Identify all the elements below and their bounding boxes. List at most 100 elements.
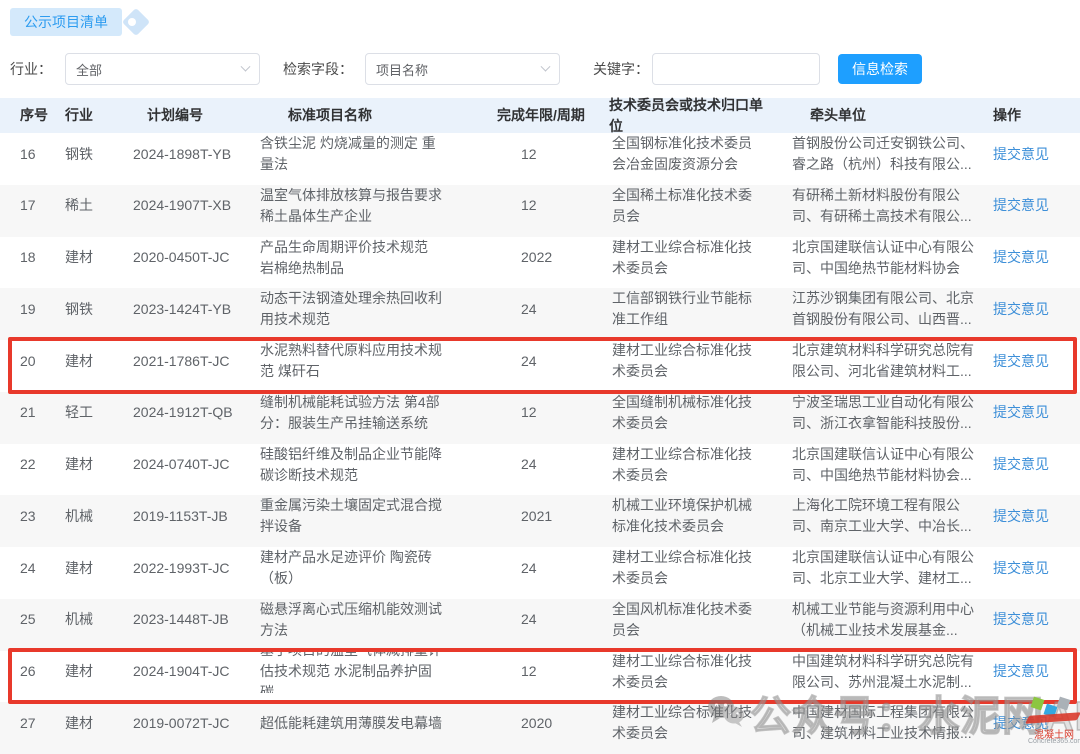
table-row: 23 机械 2019-1153T-JB 重金属污染土壤固定式混合搅拌设备 202… bbox=[0, 495, 1080, 547]
row-industry: 建材 bbox=[65, 340, 133, 382]
row-industry: 建材 bbox=[65, 547, 133, 589]
row-plan-number: 2019-1153T-JB bbox=[133, 495, 257, 537]
row-period: 2021 bbox=[497, 495, 609, 537]
row-industry: 机械 bbox=[65, 599, 133, 641]
table-row: 25 机械 2023-1448T-JB 磁悬浮离心式压缩机能效测试方法 24 全… bbox=[0, 599, 1080, 651]
page-tag-label: 公示项目清单 bbox=[10, 8, 122, 36]
header-period: 完成年限/周期 bbox=[497, 105, 609, 126]
header-plan-number: 计划编号 bbox=[133, 105, 257, 126]
row-plan-number: 2023-1424T-YB bbox=[133, 288, 257, 330]
row-plan-number: 2021-1786T-JC bbox=[133, 340, 257, 382]
row-project-name: 超低能耗建筑用薄膜发电幕墙 bbox=[257, 702, 497, 744]
row-committee: 建材工业综合标准化技术委员会 bbox=[609, 702, 792, 744]
table-row: 18 建材 2020-0450T-JC 产品生命周期评价技术规范 岩棉绝热制品 … bbox=[0, 237, 1080, 289]
table-row: 20 建材 2021-1786T-JC 水泥熟料替代原料应用技术规范 煤矸石 2… bbox=[0, 340, 1080, 392]
table-row: 24 建材 2022-1993T-JC 建材产品水足迹评价 陶瓷砖（板） 24 … bbox=[0, 547, 1080, 599]
chevron-down-icon bbox=[241, 61, 251, 71]
row-committee: 机械工业环境保护机械标准化技术委员会 bbox=[609, 495, 792, 537]
row-industry: 轻工 bbox=[65, 392, 133, 434]
search-button[interactable]: 信息检索 bbox=[838, 54, 922, 84]
row-plan-number: 2024-1912T-QB bbox=[133, 392, 257, 434]
row-period: 24 bbox=[497, 288, 609, 330]
row-lead-unit: 有研稀土新材料股份有限公司、有研稀土高技术有限公... bbox=[792, 185, 993, 227]
row-number: 27 bbox=[20, 702, 65, 744]
row-plan-number: 2022-1993T-JC bbox=[133, 547, 257, 589]
row-project-name: 重金属污染土壤固定式混合搅拌设备 bbox=[257, 495, 497, 537]
industry-select-value: 全部 bbox=[76, 60, 102, 79]
submit-opinion-link[interactable]: 提交意见 bbox=[993, 661, 1049, 682]
row-period: 24 bbox=[497, 547, 609, 589]
table-header: 序号 行业 计划编号 标准项目名称 完成年限/周期 技术委员会或技术归口单位 牵… bbox=[0, 98, 1080, 133]
row-period: 12 bbox=[497, 185, 609, 227]
row-lead-unit: 北京国建联信认证中心有限公司、中国绝热节能材料协会... bbox=[792, 444, 993, 486]
row-industry: 建材 bbox=[65, 651, 133, 693]
submit-opinion-link[interactable]: 提交意见 bbox=[993, 351, 1049, 372]
row-lead-unit: 机械工业节能与资源利用中心（机械工业技术发展基金... bbox=[792, 599, 993, 641]
table-row: 16 钢铁 2024-1898T-YB 含铁尘泥 灼烧减量的测定 重量法 12 … bbox=[0, 133, 1080, 185]
row-committee: 全国钢标准化技术委员会冶金固废资源分会 bbox=[609, 133, 792, 175]
projects-table: 序号 行业 计划编号 标准项目名称 完成年限/周期 技术委员会或技术归口单位 牵… bbox=[0, 98, 1080, 754]
row-number: 16 bbox=[20, 133, 65, 175]
row-industry: 建材 bbox=[65, 702, 133, 744]
row-project-name: 温室气体排放核算与报告要求 稀土晶体生产企业 bbox=[257, 185, 497, 227]
row-lead-unit: 中国建材国际工程集团有限公司、建筑材料工业技术情报... bbox=[792, 702, 993, 744]
table-row: 19 钢铁 2023-1424T-YB 动态干法钢渣处理余热回收利用技术规范 2… bbox=[0, 288, 1080, 340]
row-project-name: 磁悬浮离心式压缩机能效测试方法 bbox=[257, 599, 497, 641]
tag-dot bbox=[128, 18, 136, 26]
row-industry: 建材 bbox=[65, 444, 133, 486]
row-industry: 建材 bbox=[65, 237, 133, 279]
row-period: 12 bbox=[497, 392, 609, 434]
search-field-select[interactable]: 项目名称 bbox=[365, 53, 560, 85]
submit-opinion-link[interactable]: 提交意见 bbox=[993, 299, 1049, 320]
row-lead-unit: 宁波圣瑞思工业自动化有限公司、浙江衣拿智能科技股份... bbox=[792, 392, 993, 434]
submit-opinion-link[interactable]: 提交意见 bbox=[993, 609, 1049, 630]
page: 公示项目清单 行业： 全部 检索字段： 项目名称 关键字： 信息检索 序号 行业… bbox=[0, 0, 1080, 754]
row-lead-unit: 江苏沙钢集团有限公司、北京首钢股份有限公司、山西晋... bbox=[792, 288, 993, 330]
row-industry: 钢铁 bbox=[65, 133, 133, 175]
row-project-name: 产品生命周期评价技术规范 岩棉绝热制品 bbox=[257, 237, 497, 279]
row-plan-number: 2019-0072T-JC bbox=[133, 702, 257, 744]
row-committee: 全国稀土标准化技术委员会 bbox=[609, 185, 792, 227]
submit-opinion-link[interactable]: 提交意见 bbox=[993, 402, 1049, 423]
submit-opinion-link[interactable]: 提交意见 bbox=[993, 506, 1049, 527]
table-row: 27 建材 2019-0072T-JC 超低能耗建筑用薄膜发电幕墙 2020 建… bbox=[0, 702, 1080, 754]
submit-opinion-link[interactable]: 提交意见 bbox=[993, 454, 1049, 475]
row-committee: 工信部钢铁行业节能标准工作组 bbox=[609, 288, 792, 330]
keyword-input[interactable] bbox=[652, 53, 820, 85]
table-row: 22 建材 2024-0740T-JC 硅酸铝纤维及制品企业节能降碳诊断技术规范… bbox=[0, 444, 1080, 496]
row-period: 12 bbox=[497, 133, 609, 175]
submit-opinion-link[interactable]: 提交意见 bbox=[993, 713, 1049, 734]
row-number: 17 bbox=[20, 185, 65, 227]
submit-opinion-link[interactable]: 提交意见 bbox=[993, 247, 1049, 268]
submit-opinion-link[interactable]: 提交意见 bbox=[993, 195, 1049, 216]
row-number: 26 bbox=[20, 651, 65, 693]
row-project-name: 动态干法钢渣处理余热回收利用技术规范 bbox=[257, 288, 497, 330]
row-lead-unit: 北京建筑材料科学研究总院有限公司、河北省建筑材料工... bbox=[792, 340, 993, 382]
row-period: 24 bbox=[497, 340, 609, 382]
row-lead-unit: 首钢股份公司迁安钢铁公司、睿之路（杭州）科技有限公... bbox=[792, 133, 993, 175]
row-committee: 建材工业综合标准化技术委员会 bbox=[609, 340, 792, 382]
row-number: 18 bbox=[20, 237, 65, 279]
submit-opinion-link[interactable]: 提交意见 bbox=[993, 558, 1049, 579]
row-project-name: 缝制机械能耗试验方法 第4部分：服装生产吊挂输送系统 bbox=[257, 392, 497, 434]
row-plan-number: 2024-1898T-YB bbox=[133, 133, 257, 175]
row-period: 2022 bbox=[497, 237, 609, 279]
row-number: 23 bbox=[20, 495, 65, 537]
header-action: 操作 bbox=[993, 105, 1080, 126]
row-plan-number: 2024-0740T-JC bbox=[133, 444, 257, 486]
row-number: 24 bbox=[20, 547, 65, 589]
row-plan-number: 2020-0450T-JC bbox=[133, 237, 257, 279]
row-period: 12 bbox=[497, 651, 609, 693]
row-number: 22 bbox=[20, 444, 65, 486]
header-industry: 行业 bbox=[65, 105, 133, 126]
search-field-select-value: 项目名称 bbox=[376, 60, 428, 79]
chevron-down-icon bbox=[541, 61, 551, 71]
row-lead-unit: 北京国建联信认证中心有限公司、中国绝热节能材料协会 bbox=[792, 237, 993, 279]
row-industry: 钢铁 bbox=[65, 288, 133, 330]
submit-opinion-link[interactable]: 提交意见 bbox=[993, 144, 1049, 165]
table-row: 26 建材 2024-1904T-JC 基于项目的温室气体减排量评估技术规范 水… bbox=[0, 651, 1080, 703]
row-lead-unit: 中国建筑材料科学研究总院有限公司、苏州混凝土水泥制... bbox=[792, 651, 993, 693]
industry-select[interactable]: 全部 bbox=[65, 53, 260, 85]
row-project-name: 基于项目的温室气体减排量评估技术规范 水泥制品养护固碳 bbox=[257, 651, 497, 693]
table-row: 17 稀土 2024-1907T-XB 温室气体排放核算与报告要求 稀土晶体生产… bbox=[0, 185, 1080, 237]
